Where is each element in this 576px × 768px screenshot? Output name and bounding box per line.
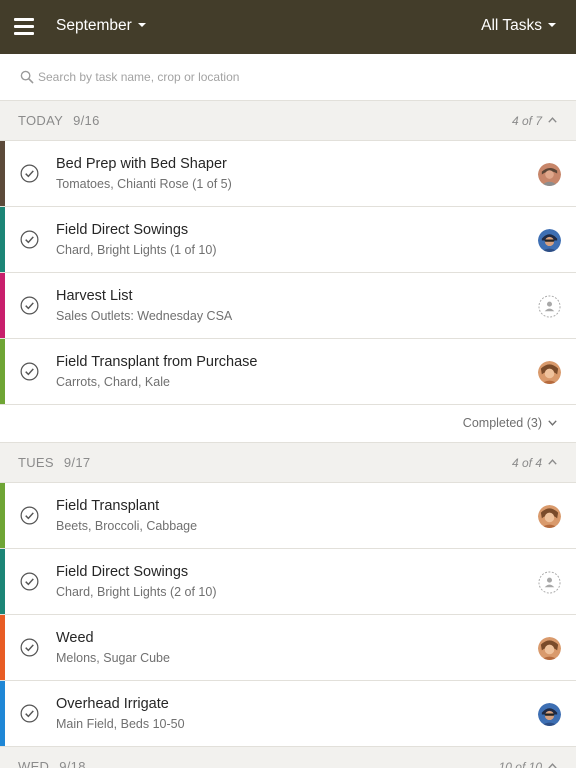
task-subtitle: Main Field, Beds 10-50	[56, 717, 185, 731]
task-subtitle: Tomatoes, Chianti Rose (1 of 5)	[56, 177, 232, 191]
chevron-down-icon	[548, 420, 557, 426]
task-count: 4 of 7	[511, 114, 542, 128]
task-row[interactable]: Weed Melons, Sugar Cube	[0, 615, 576, 681]
caret-down-icon	[548, 23, 556, 27]
caret-down-icon	[137, 23, 146, 27]
assignee-avatar[interactable]	[538, 637, 561, 660]
day-header[interactable]: TODAY 9/16 4 of 7	[0, 101, 576, 141]
task-color-stripe	[0, 681, 5, 746]
task-color-stripe	[0, 615, 5, 680]
assignee-avatar[interactable]	[538, 229, 561, 252]
task-subtitle: Sales Outlets: Wednesday CSA	[56, 309, 233, 323]
task-count: 4 of 4	[511, 456, 542, 470]
task-color-stripe	[0, 483, 5, 548]
chevron-up-icon	[548, 459, 557, 465]
task-title: Harvest List	[56, 288, 133, 304]
task-row[interactable]: Field Direct Sowings Chard, Bright Lights…	[0, 207, 576, 273]
task-color-stripe	[0, 141, 5, 206]
task-row[interactable]: Field Direct Sowings Chard, Bright Lights…	[0, 549, 576, 615]
assignee-avatar[interactable]	[538, 703, 561, 726]
task-color-stripe	[0, 549, 5, 614]
day-label: TODAY 9/16	[18, 113, 100, 128]
task-row[interactable]: Harvest List Sales Outlets: Wednesday CSA	[0, 273, 576, 339]
complete-checkmark-icon[interactable]	[20, 638, 39, 657]
completed-label: Completed (3)	[462, 416, 542, 430]
top-bar: September All Tasks	[0, 0, 576, 54]
task-row[interactable]: Bed Prep with Bed Shaper Tomatoes, Chiant…	[0, 141, 576, 207]
day-date: 9/16	[73, 113, 100, 128]
day-label: WED 9/18	[18, 759, 86, 768]
task-list[interactable]: TODAY 9/16 4 of 7 Bed Prep with Bed Shaper T…	[0, 101, 576, 768]
search-bar	[0, 54, 576, 101]
complete-checkmark-icon[interactable]	[20, 704, 39, 723]
complete-checkmark-icon[interactable]	[20, 164, 39, 183]
hamburger-menu-icon[interactable]	[14, 18, 34, 36]
search-icon	[20, 70, 34, 84]
task-subtitle: Chard, Bright Lights (2 of 10)	[56, 585, 217, 599]
task-title: Field Direct Sowings	[56, 564, 189, 580]
task-subtitle: Melons, Sugar Cube	[56, 651, 170, 665]
task-subtitle: Beets, Broccoli, Cabbage	[56, 519, 198, 533]
completed-toggle[interactable]: Completed (3)	[463, 416, 557, 430]
task-subtitle: Chard, Bright Lights (1 of 10)	[56, 243, 217, 257]
unassigned-avatar-icon[interactable]	[538, 295, 561, 318]
task-count: 10 of 10	[498, 760, 542, 768]
search-input[interactable]	[38, 63, 558, 91]
task-color-stripe	[0, 339, 5, 404]
task-title: Overhead Irrigate	[56, 696, 169, 712]
day-date: 9/18	[59, 759, 86, 768]
task-title: Field Transplant from Purchase	[56, 354, 258, 370]
filter-label: All Tasks	[481, 17, 542, 34]
task-title: Field Transplant	[56, 498, 160, 514]
month-dropdown[interactable]: September	[56, 15, 146, 37]
chevron-up-icon	[548, 117, 557, 123]
complete-checkmark-icon[interactable]	[20, 506, 39, 525]
complete-checkmark-icon[interactable]	[20, 230, 39, 249]
assignee-avatar[interactable]	[538, 505, 561, 528]
complete-checkmark-icon[interactable]	[20, 296, 39, 315]
task-title: Weed	[56, 630, 94, 646]
unassigned-avatar-icon[interactable]	[538, 571, 561, 594]
task-row[interactable]: Field Transplant from Purchase Carrots, C…	[0, 339, 576, 405]
complete-checkmark-icon[interactable]	[20, 572, 39, 591]
day-date: 9/17	[63, 455, 91, 470]
task-color-stripe	[0, 273, 5, 338]
chevron-up-icon	[548, 763, 557, 768]
assignee-avatar[interactable]	[538, 361, 561, 384]
task-subtitle: Carrots, Chard, Kale	[56, 375, 170, 389]
day-header[interactable]: WED 9/18 10 of 10	[0, 747, 576, 768]
day-name: TODAY	[18, 113, 64, 128]
task-title: Bed Prep with Bed Shaper	[56, 156, 227, 172]
assignee-avatar[interactable]	[538, 163, 561, 186]
day-label: TUES 9/17	[18, 455, 90, 470]
task-color-stripe	[0, 207, 5, 272]
task-title: Field Direct Sowings	[56, 222, 189, 238]
task-row[interactable]: Overhead Irrigate Main Field, Beds 10-50	[0, 681, 576, 747]
task-row[interactable]: Field Transplant Beets, Broccoli, Cabbage	[0, 483, 576, 549]
month-label: September	[56, 17, 132, 34]
day-name: TUES	[18, 455, 54, 470]
task-filter-dropdown[interactable]: All Tasks	[481, 15, 556, 37]
day-header[interactable]: TUES 9/17 4 of 4	[0, 443, 576, 483]
day-name: WED	[18, 759, 50, 768]
complete-checkmark-icon[interactable]	[20, 362, 39, 381]
completed-row: Completed (3)	[0, 405, 576, 443]
